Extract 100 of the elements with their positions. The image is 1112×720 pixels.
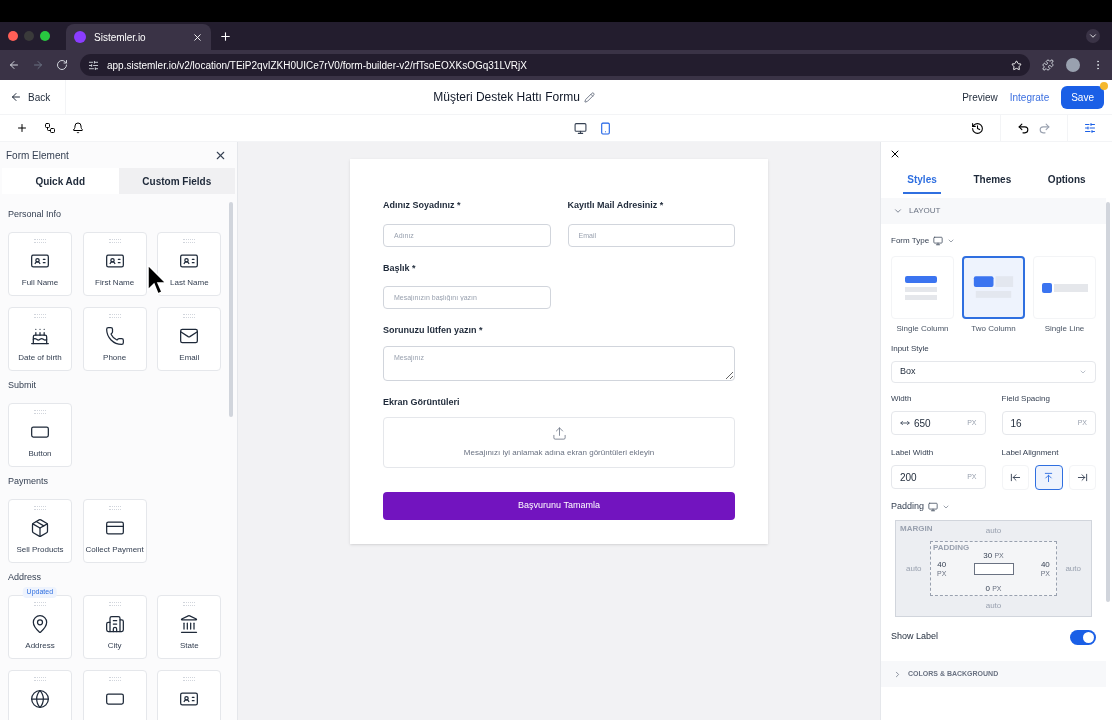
arrow-left-icon <box>10 91 22 103</box>
element-card[interactable]: Full Name <box>8 232 72 296</box>
new-tab-icon[interactable] <box>219 29 232 43</box>
close-icon[interactable] <box>889 148 901 160</box>
align-right-icon <box>1076 472 1088 483</box>
align-top-icon <box>1043 472 1055 483</box>
form-title: Müşteri Destek Hattı Formu <box>433 89 580 106</box>
integrate-button[interactable]: Integrate <box>1009 89 1050 105</box>
profile-avatar[interactable] <box>1066 58 1080 72</box>
phone-icon <box>104 326 125 346</box>
tab-list-icon[interactable] <box>1086 29 1100 43</box>
reload-icon[interactable] <box>56 59 68 71</box>
panel-tab[interactable]: Themes <box>969 166 1016 194</box>
drag-handle-icon <box>108 239 121 243</box>
element-card[interactable]: City <box>82 595 147 659</box>
submit-button[interactable]: Başvurunu Tamamla <box>383 492 735 520</box>
history-icon[interactable] <box>971 121 984 135</box>
desktop-view-button[interactable] <box>573 121 587 135</box>
chevron-right-icon <box>893 669 902 679</box>
setting-label: Label Alignment <box>1001 447 1060 459</box>
form-type-option[interactable] <box>962 256 1025 319</box>
map-pin-icon <box>30 614 50 634</box>
desktop-icon[interactable] <box>933 236 944 246</box>
element-card[interactable]: State <box>157 595 222 659</box>
panel-title: Form Element <box>6 148 69 163</box>
drag-handle-icon <box>34 506 46 510</box>
element-card[interactable]: Email <box>157 307 222 371</box>
element-card[interactable]: Sell Products <box>8 499 72 563</box>
buildings-icon <box>104 614 125 634</box>
element-card[interactable] <box>8 670 72 720</box>
close-icon[interactable] <box>192 31 203 43</box>
option-label: Single Column <box>896 323 949 335</box>
extensions-icon[interactable] <box>1042 59 1054 71</box>
browser-tab[interactable]: Sistemler.io <box>66 24 211 50</box>
alignment-button[interactable] <box>1035 465 1063 490</box>
setting-label: Input Style <box>891 343 930 355</box>
drag-handle-icon <box>34 677 46 681</box>
preview-button[interactable]: Preview <box>962 89 998 105</box>
box-title: PADDING <box>933 542 970 554</box>
bookmark-icon[interactable] <box>1011 59 1022 71</box>
panel-tab[interactable]: Custom Fields <box>118 168 235 194</box>
back-icon[interactable] <box>8 59 20 71</box>
bell-icon[interactable] <box>72 122 84 134</box>
drag-handle-icon <box>34 602 46 606</box>
edit-icon[interactable] <box>583 91 595 103</box>
address-bar[interactable]: app.sistemler.io/v2/location/TEiP2qvIZKH0UICe7rV0/form-builder-v2/rfTsoEOXKsOGq31LVRjX <box>80 54 1030 76</box>
drag-handle-icon <box>183 239 196 243</box>
panel-tab[interactable]: Styles <box>903 166 941 194</box>
panel-tab[interactable]: Quick Add <box>2 168 119 194</box>
panel-tab[interactable]: Options <box>1043 166 1090 194</box>
element-card[interactable] <box>157 670 222 720</box>
single-line-layout-icon <box>1041 282 1088 293</box>
favicon-icon <box>74 31 86 43</box>
drag-handle-icon <box>34 410 46 414</box>
section-title: Submit <box>8 379 37 392</box>
setting-label: Form Type <box>891 235 930 247</box>
field-label: Adınız Soyadınız * <box>383 199 462 212</box>
chevron-icon <box>942 503 951 511</box>
element-card[interactable]: Last Name <box>157 232 222 296</box>
desktop-icon[interactable] <box>928 502 939 512</box>
setting-label: Width <box>891 393 913 405</box>
add-icon[interactable] <box>16 122 28 134</box>
field-label: Başlık * <box>383 261 417 275</box>
chevron-down-icon <box>893 206 903 216</box>
section-title: Address <box>8 571 43 584</box>
setting-label: Padding <box>891 500 925 514</box>
element-card[interactable] <box>82 670 147 720</box>
site-settings-icon <box>88 59 99 71</box>
mouse-cursor-icon <box>147 264 167 297</box>
drag-handle-icon <box>183 602 196 606</box>
drag-handle-icon <box>183 314 196 318</box>
chevron-icon <box>947 237 956 245</box>
drag-handle-icon <box>108 314 121 318</box>
element-card[interactable]: Address <box>8 595 72 659</box>
element-card[interactable]: Phone <box>82 307 147 371</box>
option-label: Two Column <box>971 323 1016 335</box>
undo-icon[interactable] <box>1017 121 1030 135</box>
mobile-view-button[interactable] <box>598 121 612 135</box>
element-card[interactable]: First Name <box>82 232 147 296</box>
settings-icon[interactable] <box>1084 122 1096 134</box>
element-card[interactable]: Date of birth <box>8 307 72 371</box>
upload-area[interactable]: Mesajınızı iyi anlamak adına ekran görüntüleri ekleyin <box>383 417 735 468</box>
window-dots-icon <box>8 31 50 41</box>
section-title: Personal Info <box>8 208 63 221</box>
element-card[interactable]: Collect Payment <box>82 499 147 563</box>
input-style-select[interactable]: Box <box>891 361 1096 383</box>
option-label: Single Line <box>1044 323 1085 335</box>
field-label: Ekran Görüntüleri <box>383 395 461 409</box>
columns-icon <box>179 614 200 634</box>
setting-label: Show Label <box>891 630 939 644</box>
show-label-toggle[interactable] <box>1070 629 1096 645</box>
box-icon <box>30 518 50 538</box>
element-card[interactable]: Button <box>8 403 72 467</box>
section-title: Payments <box>8 475 50 488</box>
drag-handle-icon <box>34 239 46 243</box>
back-button[interactable]: Back <box>0 80 66 114</box>
section-header[interactable]: LAYOUT <box>881 198 1106 224</box>
align-left-icon <box>1009 472 1021 483</box>
drag-handle-icon <box>108 677 121 681</box>
drag-handle-icon <box>34 314 46 318</box>
